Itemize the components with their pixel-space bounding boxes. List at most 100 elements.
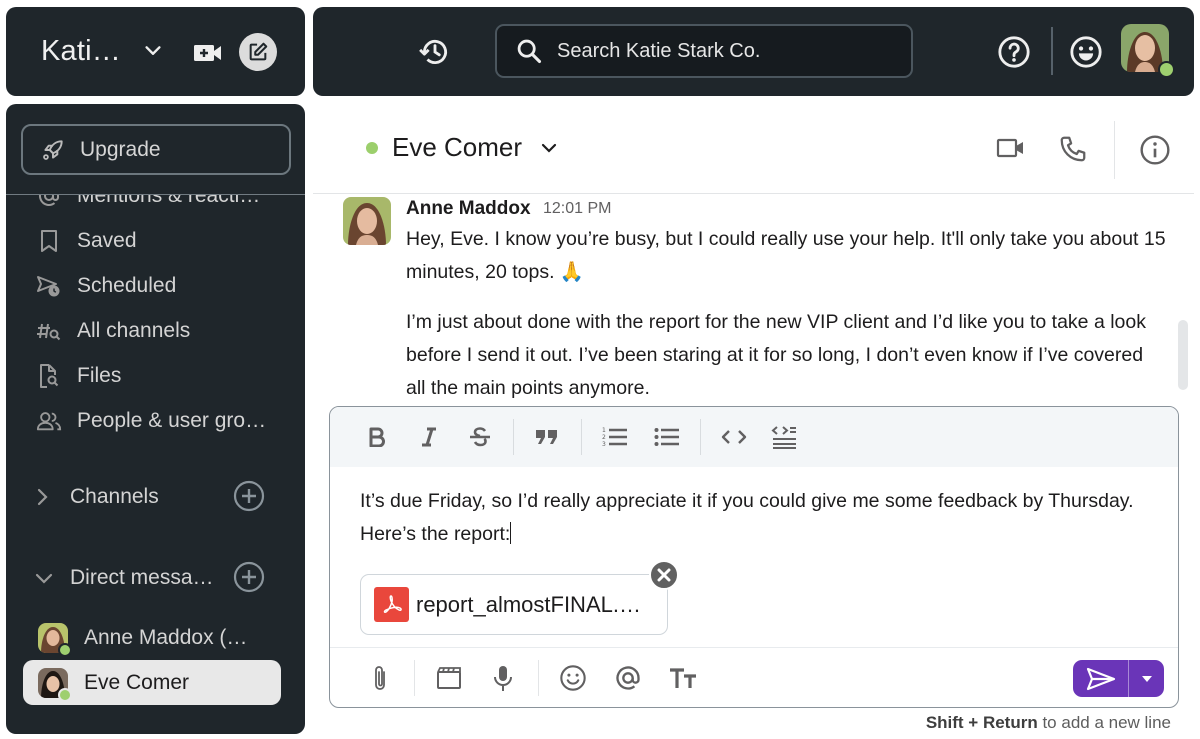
workspace-header: Kati… [6,7,305,96]
video-call-icon[interactable] [996,137,1026,159]
dm-item-eve-comer[interactable]: Eve Comer [23,660,281,705]
remove-attachment-icon[interactable] [649,560,679,590]
chevron-right-icon[interactable] [34,487,54,507]
message-scrollbar[interactable] [1178,320,1188,390]
code-block-icon[interactable] [769,424,799,450]
sidebar-item-scheduled[interactable]: Scheduled [6,266,305,306]
svg-text:3: 3 [602,441,606,448]
sidebar-item-saved[interactable]: Saved [6,221,305,261]
message-text: I’m just about done with the report for … [406,311,1146,399]
message-sender[interactable]: Anne Maddox [406,198,531,220]
microphone-icon[interactable] [488,663,518,693]
sidebar-nav: Mentions & reacti… Saved Scheduled All c… [6,195,305,445]
toolbar-divider [538,660,539,696]
dm-section-label: Direct messa… [70,566,214,589]
presence-online-icon [58,642,72,657]
attachment-filename: report_almostFINAL.… [416,591,641,617]
ordered-list-icon[interactable]: 123 [600,424,630,450]
emoji-icon[interactable] [558,663,588,693]
toolbar-divider [414,660,415,696]
sidebar-item-label: Saved [77,229,137,252]
compose-icon[interactable] [239,33,277,71]
formatting-toolbar: 123 [330,407,1178,467]
message-composer: 123 It’s due Friday, so I’d really appre… [329,406,1179,708]
dm-name: Eve Comer [84,670,190,694]
bulleted-list-icon[interactable] [652,424,682,450]
strikethrough-icon[interactable] [465,424,495,450]
mention-icon[interactable] [613,663,643,693]
channel-search-icon [36,319,62,343]
message-list: Anne Maddox 12:01 PM Hey, Eve. I know yo… [313,195,1183,405]
dm-name: Anne Maddox (… [84,625,248,649]
svg-text:2: 2 [602,434,606,441]
toolbar-divider [513,419,514,455]
bookmark-icon [36,229,62,253]
send-button-group [1073,660,1164,697]
file-search-icon [36,363,62,389]
composer-hint: Shift + Return to add a new line [926,713,1171,733]
file-attachment[interactable]: report_almostFINAL.… [360,574,668,635]
presence-online-icon [58,687,72,702]
search-input[interactable] [557,39,887,63]
info-icon[interactable] [1139,134,1171,166]
send-button[interactable] [1073,660,1129,697]
topbar-divider [1051,27,1053,75]
video-clip-icon[interactable] [434,663,464,693]
bold-icon[interactable] [362,424,392,450]
hint-shortcut: Shift + Return [925,713,1038,732]
hint-text: to add a new line [1037,713,1171,732]
code-icon[interactable] [719,424,749,450]
smiley-icon[interactable] [1069,35,1103,69]
presence-online-icon [1158,61,1175,78]
avatar[interactable] [343,197,391,245]
sidebar-item-all-channels[interactable]: All channels [6,311,305,351]
user-avatar[interactable] [1121,24,1175,78]
send-options-icon[interactable] [1129,660,1164,697]
sidebar-item-files[interactable]: Files [6,356,305,396]
sidebar-divider [6,194,305,195]
channels-section-label: Channels [70,485,159,508]
sidebar-item-people[interactable]: People & user gro… [6,401,305,441]
workspace-name[interactable]: Kati… [41,35,121,68]
chevron-down-icon[interactable] [34,570,54,586]
add-dm-icon[interactable] [233,561,265,593]
quote-icon[interactable] [532,424,562,450]
dm-section-header[interactable]: Direct messa… [6,558,305,598]
sidebar-item-mentions[interactable]: Mentions & reacti… [6,195,305,216]
message-timestamp[interactable]: 12:01 PM [543,200,611,218]
message-text: Hey, Eve. I know you’re busy, but I coul… [406,228,1166,283]
rocket-icon [40,137,66,163]
sidebar-item-label: Mentions & reacti… [77,195,261,207]
search-icon [515,37,543,65]
channel-header: Eve Comer [313,104,1194,194]
dm-item-anne-maddox[interactable]: Anne Maddox (… [23,615,281,660]
history-icon[interactable] [418,35,452,69]
people-icon [36,409,62,433]
channels-section-header[interactable]: Channels [6,477,305,517]
upgrade-button[interactable]: Upgrade [21,124,291,175]
add-channel-icon[interactable] [233,480,265,512]
pdf-file-icon [374,587,409,622]
scheduled-send-icon [36,274,62,298]
sidebar-item-label: Files [77,364,122,387]
help-icon[interactable] [997,35,1031,69]
upgrade-label: Upgrade [80,137,161,161]
text-format-icon[interactable] [668,663,698,693]
phone-call-icon[interactable] [1058,134,1088,164]
chevron-down-icon [540,141,558,155]
header-divider [1114,121,1115,179]
message-input-text: It’s due Friday, so I’d really appreciat… [360,490,1134,545]
attach-icon[interactable] [365,663,395,693]
toolbar-divider [700,419,701,455]
search-box[interactable] [495,24,913,78]
italic-icon[interactable] [414,424,444,450]
video-plus-icon[interactable] [193,43,223,63]
avatar [38,622,72,657]
sidebar-item-label: Scheduled [77,274,177,297]
channel-title-button[interactable]: Eve Comer [366,132,558,163]
presence-online-icon [366,141,378,154]
composer-divider [330,647,1178,648]
sidebar-item-label: People & user gro… [77,409,267,432]
message-input[interactable]: It’s due Friday, so I’d really appreciat… [360,485,1150,551]
chevron-down-icon[interactable] [142,40,164,62]
